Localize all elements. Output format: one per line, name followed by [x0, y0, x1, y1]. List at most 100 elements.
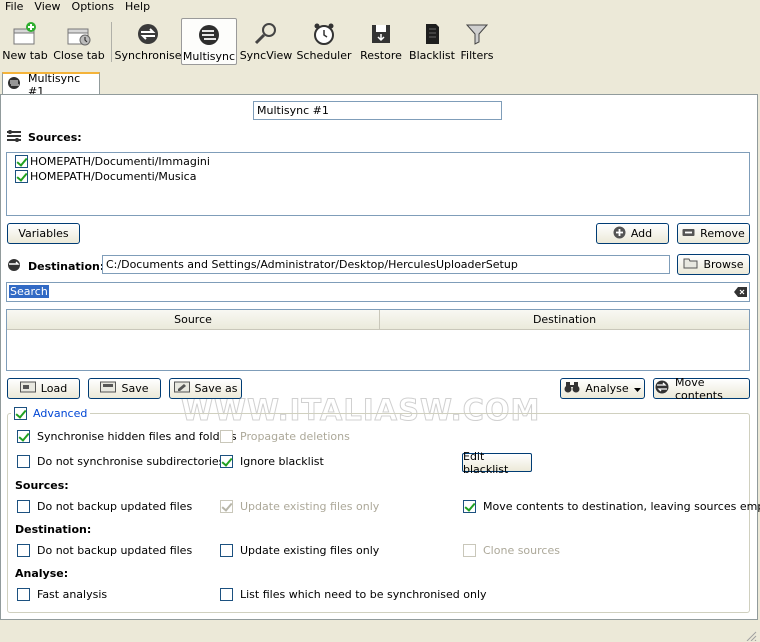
fast-analysis-checkbox[interactable]: [17, 588, 30, 601]
restore-button[interactable]: Restore: [353, 16, 409, 66]
save-as-icon: [173, 381, 190, 396]
advanced-toggle[interactable]: Advanced: [11, 407, 91, 420]
no-subdirs-checkbox[interactable]: [17, 455, 30, 468]
dst-no-backup-option[interactable]: Do not backup updated files: [17, 544, 192, 557]
load-button[interactable]: Load: [7, 378, 80, 399]
list-item[interactable]: HOMEPATH/Documenti/Immagini: [15, 155, 210, 168]
syncview-button[interactable]: SyncView: [237, 16, 295, 66]
propagate-deletions-label: Propagate deletions: [240, 430, 350, 443]
syncview-label: SyncView: [239, 49, 293, 62]
advanced-checkbox[interactable]: [14, 407, 27, 420]
fast-analysis-option[interactable]: Fast analysis: [17, 588, 107, 601]
dst-update-existing-option[interactable]: Update existing files only: [220, 544, 379, 557]
src-move-contents-option[interactable]: Move contents to destination, leaving so…: [463, 500, 760, 513]
no-subdirs-option[interactable]: Do not synchronise subdirectories: [17, 455, 224, 468]
main-panel: Multisync #1 Sources: HOMEPATH/Documenti…: [0, 94, 760, 620]
menu-file[interactable]: File: [0, 0, 29, 14]
destination-header: Destination:: [6, 258, 104, 275]
menu-view[interactable]: View: [29, 0, 66, 14]
src-no-backup-option[interactable]: Do not backup updated files: [17, 500, 192, 513]
synchronise-label: Synchronise: [114, 49, 182, 62]
close-tab-button[interactable]: Close tab: [50, 16, 108, 66]
sync-hidden-option[interactable]: Synchronise hidden files and folders: [17, 430, 237, 443]
move-contents-label: Move contents: [675, 375, 723, 402]
ignore-blacklist-checkbox[interactable]: [220, 455, 233, 468]
analyse-label: Analyse: [585, 382, 629, 395]
advanced-group: [7, 413, 750, 613]
remove-button[interactable]: Remove: [677, 223, 750, 244]
list-files-option[interactable]: List files which need to be synchronised…: [220, 588, 487, 601]
ignore-blacklist-label: Ignore blacklist: [240, 455, 324, 468]
synchronise-button[interactable]: Synchronise: [114, 16, 182, 66]
multisync-name-field[interactable]: Multisync #1: [253, 101, 502, 120]
folder-icon: [683, 257, 698, 272]
dst-no-backup-label: Do not backup updated files: [37, 544, 193, 557]
analyse-button[interactable]: Analyse: [560, 378, 645, 399]
new-tab-button[interactable]: New tab: [0, 16, 50, 66]
sync-hidden-checkbox[interactable]: [17, 430, 30, 443]
src-no-backup-label: Do not backup updated files: [37, 500, 193, 513]
load-label: Load: [40, 382, 68, 395]
edit-blacklist-button[interactable]: Edit blacklist: [462, 450, 532, 476]
source-checkbox[interactable]: [15, 170, 28, 183]
chevron-down-icon: [633, 382, 641, 395]
column-header-source[interactable]: Source: [7, 310, 380, 329]
destination-heading: Destination:: [15, 523, 92, 536]
menu-options[interactable]: Options: [67, 0, 120, 14]
new-tab-label: New tab: [2, 49, 48, 62]
sources-header: Sources:: [6, 129, 82, 146]
list-files-checkbox[interactable]: [220, 588, 233, 601]
browse-label: Browse: [703, 258, 744, 271]
filters-button[interactable]: Filters: [455, 16, 499, 66]
clone-sources-checkbox[interactable]: [463, 544, 476, 557]
destination-icon: [6, 258, 22, 275]
sync-hidden-label: Synchronise hidden files and folders: [37, 430, 237, 443]
dst-update-existing-checkbox[interactable]: [220, 544, 233, 557]
propagate-deletions-option[interactable]: Propagate deletions: [220, 430, 350, 443]
source-checkbox[interactable]: [15, 155, 28, 168]
tab-multisync[interactable]: Multisync #1: [2, 72, 100, 98]
save-button[interactable]: Save: [88, 378, 161, 399]
resize-grip-icon[interactable]: [745, 630, 757, 642]
move-contents-button[interactable]: Move contents: [653, 375, 750, 402]
list-item[interactable]: HOMEPATH/Documenti/Musica: [15, 170, 196, 183]
synchronise-icon: [135, 21, 161, 47]
dst-no-backup-checkbox[interactable]: [17, 544, 30, 557]
sources-icon: [6, 129, 22, 146]
restore-icon: [368, 21, 394, 47]
column-header-destination[interactable]: Destination: [380, 310, 749, 329]
destination-field[interactable]: C:/Documents and Settings/Administrator/…: [102, 255, 670, 274]
toolbar: New tab Close tab Synchronise Multisync …: [0, 16, 760, 68]
propagate-deletions-checkbox[interactable]: [220, 430, 233, 443]
binoculars-icon: [564, 381, 580, 396]
clear-search-icon[interactable]: [734, 287, 747, 300]
scheduler-button[interactable]: Scheduler: [295, 16, 353, 66]
scheduler-icon: [311, 21, 337, 47]
results-table[interactable]: Source Destination: [6, 309, 750, 371]
search-input[interactable]: Search: [6, 282, 750, 302]
src-no-backup-checkbox[interactable]: [17, 500, 30, 513]
source-path: HOMEPATH/Documenti/Immagini: [30, 155, 210, 168]
add-button[interactable]: Add: [596, 223, 669, 244]
syncview-icon: [253, 21, 279, 47]
src-update-existing-option[interactable]: Update existing files only: [220, 500, 379, 513]
browse-button[interactable]: Browse: [677, 254, 750, 275]
blacklist-button[interactable]: Blacklist: [409, 16, 455, 66]
multisync-button[interactable]: Multisync: [181, 18, 237, 65]
sources-list[interactable]: HOMEPATH/Documenti/Immagini HOMEPATH/Doc…: [6, 152, 750, 216]
save-as-button[interactable]: Save as: [169, 378, 242, 399]
src-update-existing-checkbox[interactable]: [220, 500, 233, 513]
remove-icon: [682, 226, 695, 242]
no-subdirs-label: Do not synchronise subdirectories: [37, 455, 225, 468]
sources-label: Sources:: [28, 131, 82, 144]
variables-button[interactable]: Variables: [7, 223, 80, 244]
clone-sources-option[interactable]: Clone sources: [463, 544, 560, 557]
filters-label: Filters: [460, 49, 494, 62]
add-label: Add: [630, 227, 653, 240]
src-update-existing-label: Update existing files only: [240, 500, 380, 513]
new-tab-icon: [12, 21, 38, 47]
src-move-contents-checkbox[interactable]: [463, 500, 476, 513]
ignore-blacklist-option[interactable]: Ignore blacklist: [220, 455, 324, 468]
menu-help[interactable]: Help: [120, 0, 156, 14]
save-label: Save: [121, 382, 149, 395]
